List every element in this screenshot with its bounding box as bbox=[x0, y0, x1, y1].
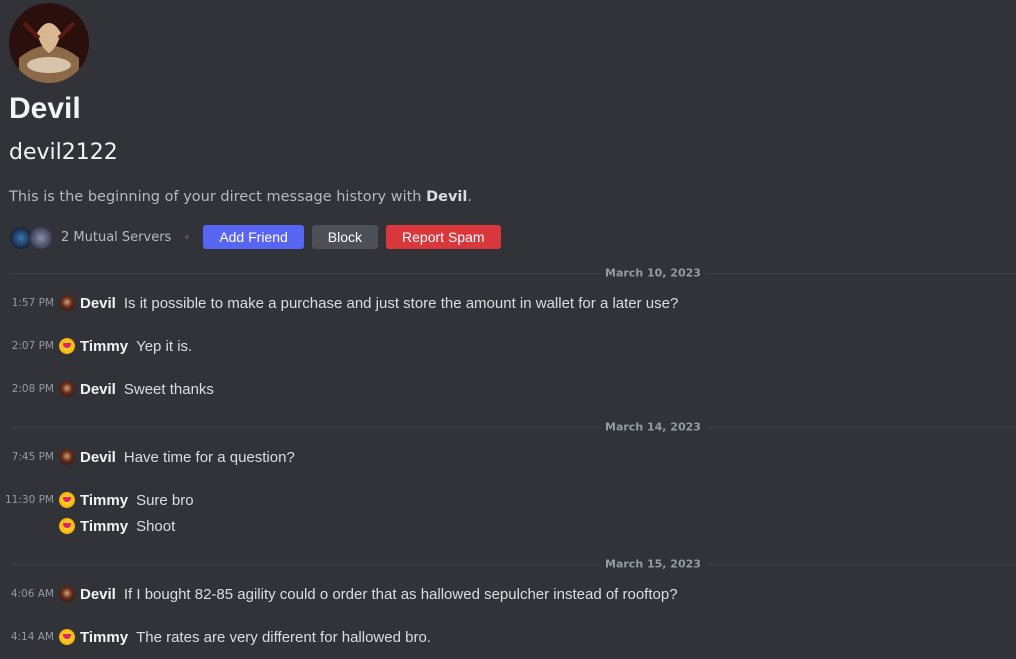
author-avatar[interactable] bbox=[59, 629, 75, 645]
message[interactable]: 11:30 PM Timmy Sure bro bbox=[0, 489, 1016, 511]
avatar-image bbox=[9, 3, 89, 83]
block-button[interactable]: Block bbox=[311, 225, 379, 249]
date-divider-label: March 10, 2023 bbox=[601, 266, 705, 280]
message[interactable]: 4:14 AM Timmy The rates are very differe… bbox=[0, 626, 1016, 648]
profile-avatar[interactable] bbox=[9, 3, 89, 83]
intro-name: Devil bbox=[426, 189, 468, 205]
server-icon bbox=[29, 226, 53, 250]
report-spam-button[interactable]: Report Spam bbox=[386, 225, 501, 249]
date-divider bbox=[9, 273, 1016, 274]
message[interactable]: 7:45 PM Devil Have time for a question? bbox=[0, 446, 1016, 468]
author-avatar[interactable] bbox=[59, 586, 75, 602]
date-divider bbox=[9, 427, 1016, 428]
profile-actions: 2 Mutual Servers Add Friend Block Report… bbox=[9, 225, 509, 250]
author-avatar[interactable] bbox=[59, 492, 75, 508]
message-content: Yep it is. bbox=[136, 337, 193, 355]
mutual-server-icons[interactable] bbox=[9, 225, 55, 250]
intro-prefix: This is the beginning of your direct mes… bbox=[9, 189, 427, 205]
message-timestamp[interactable]: 4:14 AM bbox=[0, 631, 59, 643]
message-timestamp[interactable]: 1:57 PM bbox=[0, 297, 59, 309]
date-divider bbox=[9, 564, 1016, 565]
message-content: If I bought 82-85 agility could o order … bbox=[123, 585, 678, 603]
intro-suffix: . bbox=[467, 189, 472, 205]
message-content: The rates are very different for hallowe… bbox=[136, 628, 431, 646]
message-author[interactable]: Timmy bbox=[80, 338, 128, 355]
message-author[interactable]: Devil bbox=[80, 586, 116, 603]
dm-channel: Devil devil2122 This is the beginning of… bbox=[0, 0, 1016, 659]
message-author[interactable]: Timmy bbox=[80, 518, 128, 535]
author-avatar[interactable] bbox=[59, 518, 75, 534]
message-author[interactable]: Timmy bbox=[80, 492, 128, 509]
message-content: Have time for a question? bbox=[123, 448, 295, 466]
message-author[interactable]: Devil bbox=[80, 449, 116, 466]
message-content: Is it possible to make a purchase and ju… bbox=[123, 294, 679, 312]
author-avatar[interactable] bbox=[59, 295, 75, 311]
profile-username: devil2122 bbox=[9, 140, 118, 165]
message-content: Sure bro bbox=[136, 491, 194, 509]
message-author[interactable]: Devil bbox=[80, 295, 116, 312]
message-timestamp[interactable]: 4:06 AM bbox=[0, 588, 59, 600]
message-timestamp[interactable]: 2:07 PM bbox=[0, 340, 59, 352]
message[interactable]: 2:08 PM Devil Sweet thanks bbox=[0, 378, 1016, 400]
separator-dot bbox=[185, 235, 190, 239]
intro-text: This is the beginning of your direct mes… bbox=[9, 189, 472, 205]
mutual-servers-link[interactable]: 2 Mutual Servers bbox=[61, 230, 171, 245]
message[interactable]: Timmy Shoot bbox=[0, 515, 1016, 537]
author-avatar[interactable] bbox=[59, 338, 75, 354]
add-friend-button[interactable]: Add Friend bbox=[203, 225, 304, 249]
profile-display-name: Devil bbox=[9, 92, 81, 125]
message-timestamp[interactable]: 7:45 PM bbox=[0, 451, 59, 463]
message-timestamp[interactable]: 11:30 PM bbox=[0, 494, 59, 506]
message-author[interactable]: Devil bbox=[80, 381, 116, 398]
message[interactable]: 1:57 PM Devil Is it possible to make a p… bbox=[0, 292, 1016, 314]
message-author[interactable]: Timmy bbox=[80, 629, 128, 646]
author-avatar[interactable] bbox=[59, 381, 75, 397]
date-divider-label: March 15, 2023 bbox=[601, 557, 705, 571]
message[interactable]: 4:06 AM Devil If I bought 82-85 agility … bbox=[0, 583, 1016, 605]
message-content: Sweet thanks bbox=[123, 380, 214, 398]
date-divider-label: March 14, 2023 bbox=[601, 420, 705, 434]
message[interactable]: 2:07 PM Timmy Yep it is. bbox=[0, 335, 1016, 357]
message-timestamp[interactable]: 2:08 PM bbox=[0, 383, 59, 395]
message-content: Shoot bbox=[136, 517, 176, 535]
author-avatar[interactable] bbox=[59, 449, 75, 465]
